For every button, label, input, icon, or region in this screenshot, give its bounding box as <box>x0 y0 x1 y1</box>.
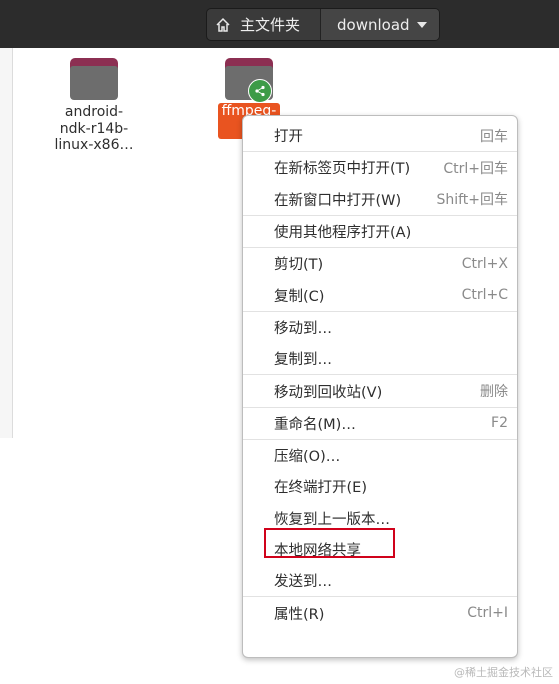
menu-item-move-to-trash[interactable]: 移动到回收站(V) 删除 <box>243 375 517 406</box>
file-name: android- ndk-r14b- linux-x86… <box>54 104 134 153</box>
menu-item-open-new-tab[interactable]: 在新标签页中打开(T) Ctrl+回车 <box>243 152 517 183</box>
path-bar: 主文件夹 download <box>206 8 440 41</box>
menu-item-copy-to[interactable]: 复制到… <box>243 343 517 374</box>
breadcrumb-home[interactable]: 主文件夹 <box>207 9 321 40</box>
breadcrumb-home-label: 主文件夹 <box>240 16 301 34</box>
breadcrumb-current[interactable]: download <box>321 9 439 40</box>
home-icon <box>216 17 230 32</box>
folder-icon[interactable] <box>70 58 118 100</box>
watermark: @稀土掘金技术社区 <box>454 666 553 679</box>
menu-item-rename[interactable]: 重命名(M)… F2 <box>243 408 517 439</box>
header-bar: 主文件夹 download <box>0 0 559 48</box>
sidebar <box>0 48 13 438</box>
menu-item-properties[interactable]: 属性(R) Ctrl+I <box>243 597 517 628</box>
caret-down-icon[interactable] <box>417 21 427 28</box>
breadcrumb-current-label: download <box>337 15 410 34</box>
menu-item-open-with[interactable]: 使用其他程序打开(A) <box>243 216 517 247</box>
context-menu: 打开 回车 在新标签页中打开(T) Ctrl+回车 在新窗口中打开(W) Shi… <box>242 115 518 658</box>
menu-item-send-to[interactable]: 发送到… <box>243 565 517 596</box>
menu-item-compress[interactable]: 压缩(O)… <box>243 440 517 471</box>
highlight-annotation-box <box>264 528 395 558</box>
menu-item-open-in-terminal[interactable]: 在终端打开(E) <box>243 471 517 502</box>
menu-item-open-new-window[interactable]: 在新窗口中打开(W) Shift+回车 <box>243 184 517 215</box>
menu-item-copy[interactable]: 复制(C) Ctrl+C <box>243 279 517 310</box>
share-icon <box>248 79 272 103</box>
menu-item-cut[interactable]: 剪切(T) Ctrl+X <box>243 248 517 279</box>
menu-item-move-to[interactable]: 移动到… <box>243 312 517 343</box>
menu-item-open[interactable]: 打开 回车 <box>243 120 517 151</box>
